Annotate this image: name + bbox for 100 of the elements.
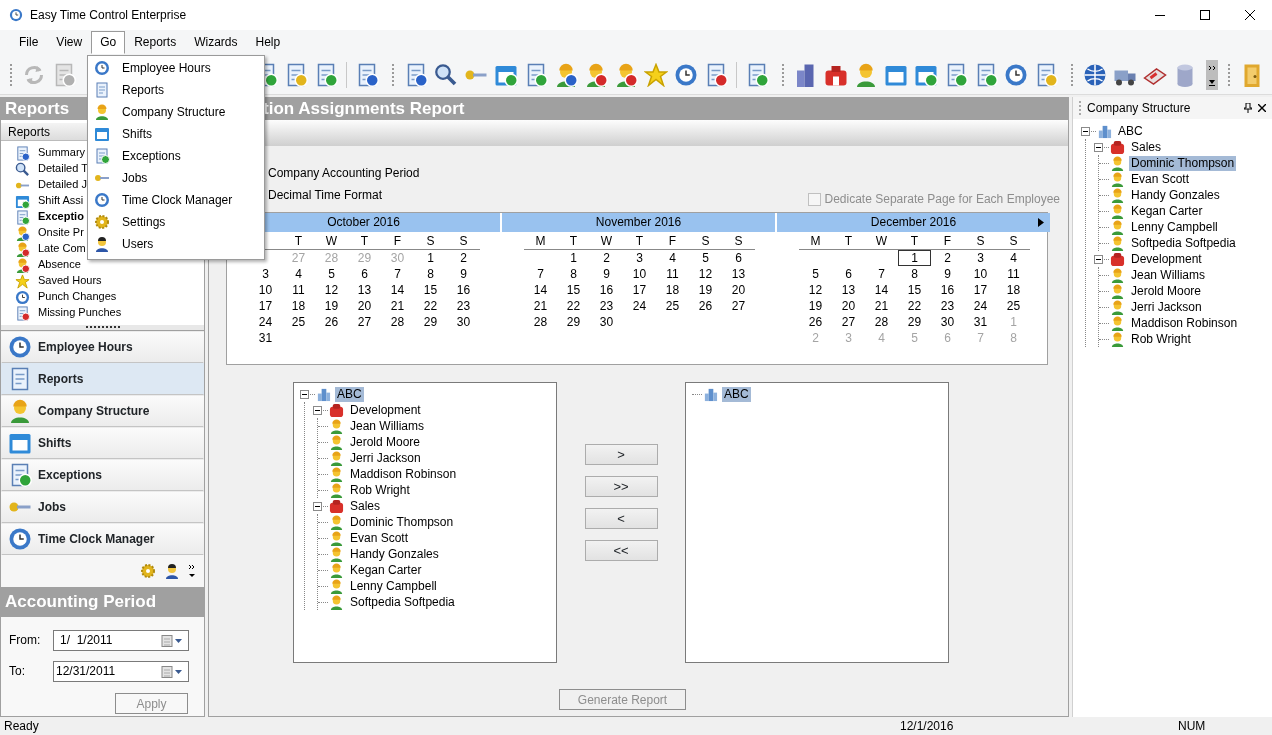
tree-item[interactable]: Maddison Robinson <box>1129 315 1240 331</box>
calendar-day[interactable]: 3 <box>249 266 282 282</box>
nav-button[interactable]: Time Clock Manager <box>1 523 204 555</box>
calendar-day[interactable]: 1 <box>414 250 447 266</box>
tree-item[interactable]: Development <box>1129 251 1204 267</box>
calendar-day[interactable]: 1 <box>557 250 590 266</box>
calendar-day[interactable]: 26 <box>799 314 832 330</box>
collapse-toggle[interactable] <box>313 405 322 415</box>
calendar-day[interactable]: 23 <box>447 298 480 314</box>
calendar-day[interactable]: 27 <box>722 298 755 314</box>
calendar-day[interactable]: 22 <box>898 298 931 314</box>
collapse-toggle[interactable] <box>300 389 309 399</box>
calendar-day[interactable]: 18 <box>997 282 1030 298</box>
calendar-day[interactable]: 11 <box>656 266 689 282</box>
calendar-day[interactable]: 14 <box>381 282 414 298</box>
tree-item[interactable]: Jean Williams <box>1129 267 1207 283</box>
clock-icon[interactable] <box>1004 62 1028 87</box>
collapse-toggle[interactable] <box>1094 142 1103 152</box>
tree-item[interactable]: Jean Williams <box>348 418 426 434</box>
transfer-button[interactable]: >> <box>584 476 658 497</box>
tree-item[interactable]: Handy Gonzales <box>1129 187 1222 203</box>
tree-item[interactable]: Maddison Robinson <box>348 466 459 482</box>
calendar-day[interactable]: 3 <box>623 250 656 266</box>
calendar-day[interactable]: 17 <box>964 282 997 298</box>
report-item[interactable]: Saved Hours <box>38 274 102 288</box>
maximize-icon[interactable] <box>1199 10 1210 20</box>
transfer-button[interactable]: > <box>584 444 658 465</box>
calendar-day[interactable]: 19 <box>689 282 722 298</box>
calendar-day[interactable]: 30 <box>447 314 480 330</box>
calendar-day[interactable]: 20 <box>348 298 381 314</box>
tree-item[interactable]: ABC <box>1116 123 1145 139</box>
calendar-day[interactable]: 25 <box>997 298 1030 314</box>
calendar-day[interactable]: 8 <box>898 266 931 282</box>
tree-item[interactable]: Dominic Thompson <box>348 514 456 530</box>
calendar-day[interactable]: 6 <box>348 266 381 282</box>
calendar-day[interactable]: 22 <box>557 298 590 314</box>
report-item[interactable]: Missing Punches <box>38 306 122 320</box>
calendar-day[interactable]: 7 <box>381 266 414 282</box>
tree-item[interactable]: Handy Gonzales <box>348 546 441 562</box>
calendar-day[interactable]: 30 <box>931 314 964 330</box>
calendar-day[interactable]: 5 <box>799 266 832 282</box>
calendar-day[interactable]: 9 <box>590 266 623 282</box>
collapse-toggle[interactable] <box>1081 126 1090 136</box>
calendar-day[interactable]: 2 <box>447 250 480 266</box>
calendar-day[interactable]: 9 <box>931 266 964 282</box>
date-field[interactable]: 12/31/2011 <box>53 661 189 682</box>
search-icon[interactable] <box>434 62 458 87</box>
calendar-day[interactable]: 8 <box>557 266 590 282</box>
menu-item[interactable]: Reports <box>125 31 186 54</box>
calendar-day[interactable]: 4 <box>997 250 1030 266</box>
calendar-day[interactable]: 28 <box>381 314 414 330</box>
splitter-grip[interactable] <box>85 325 120 329</box>
tree-item[interactable]: Sales <box>1129 139 1164 155</box>
clock-icon[interactable] <box>674 62 698 87</box>
calendar-day[interactable]: 15 <box>557 282 590 298</box>
pin-icon[interactable] <box>1244 103 1252 113</box>
calendar-day[interactable]: 29 <box>898 314 931 330</box>
nav-button[interactable]: Company Structure <box>1 395 204 427</box>
report-item[interactable]: Punch Changes <box>38 290 117 304</box>
menu-item[interactable]: File <box>10 31 48 54</box>
tree-item[interactable]: Lenny Campbell <box>1129 219 1220 235</box>
calendar-day[interactable]: 25 <box>282 314 315 330</box>
person-icon[interactable] <box>614 62 638 87</box>
menu-item[interactable]: Reports <box>116 82 165 98</box>
menu-item[interactable]: Exceptions <box>116 148 181 164</box>
menu-item[interactable]: Help <box>246 31 290 54</box>
calendar-day[interactable]: 6 <box>832 266 865 282</box>
minimize-icon[interactable] <box>1154 14 1165 16</box>
tree-item[interactable]: Lenny Campbell <box>348 578 439 594</box>
calendar-day[interactable]: 13 <box>348 282 381 298</box>
calendar-day[interactable]: 11 <box>997 266 1030 282</box>
calendar-day[interactable]: 27 <box>832 314 865 330</box>
transfer-button[interactable]: << <box>584 540 658 561</box>
report-item[interactable]: Summary <box>38 146 86 160</box>
calendar-day[interactable]: 19 <box>799 298 832 314</box>
menu-item[interactable]: Time Clock Manager <box>116 192 233 208</box>
close-icon[interactable] <box>1258 104 1266 112</box>
person-icon[interactable] <box>554 62 578 87</box>
tree-item[interactable]: ABC <box>722 386 751 402</box>
calendar-day[interactable]: 29 <box>557 314 590 330</box>
calendar-day[interactable]: 31 <box>964 314 997 330</box>
tree-item[interactable]: Jerold Moore <box>348 434 423 450</box>
calendar-day[interactable]: 18 <box>282 298 315 314</box>
calendar-day[interactable]: 31 <box>249 330 282 346</box>
report-item[interactable]: Late Com <box>38 242 86 256</box>
nav-button[interactable]: Exceptions <box>1 459 204 491</box>
calendar-day[interactable]: 7 <box>865 266 898 282</box>
calendar-day[interactable]: 14 <box>865 282 898 298</box>
report-item[interactable]: Shift Assi <box>38 194 84 208</box>
calendar-day[interactable]: 11 <box>282 282 315 298</box>
calendar-day[interactable]: 16 <box>447 282 480 298</box>
tree-item[interactable]: Jerri Jackson <box>1129 299 1204 315</box>
nav-button[interactable]: Employee Hours <box>1 331 204 363</box>
calendar-day[interactable]: 17 <box>623 282 656 298</box>
calendar-day[interactable]: 28 <box>524 314 557 330</box>
calendar-day[interactable]: 21 <box>381 298 414 314</box>
calendar-day[interactable]: 10 <box>249 282 282 298</box>
calendar-day[interactable]: 26 <box>315 314 348 330</box>
tree-item[interactable]: Softpedia Softpedia <box>1129 235 1238 251</box>
calendar-day[interactable]: 3 <box>964 250 997 266</box>
